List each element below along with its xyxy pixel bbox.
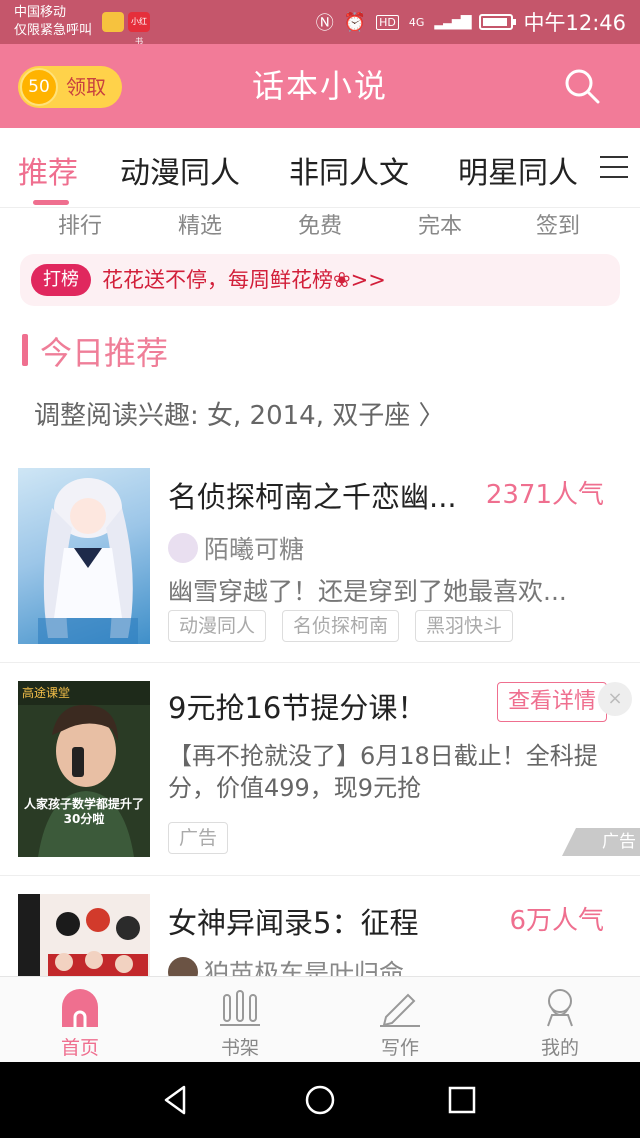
book-title: 名侦探柯南之千恋幽... (168, 480, 457, 514)
tab-recommend[interactable]: 推荐 (18, 148, 78, 192)
nav-write[interactable]: 写作 (320, 977, 480, 1063)
system-nav-bar (0, 1062, 640, 1138)
book-tag[interactable]: 名侦探柯南 (282, 610, 400, 642)
nav-bookshelf[interactable]: 书架 (160, 977, 320, 1063)
subnav-free[interactable]: 免费 (270, 208, 370, 240)
status-bar: 中国移动 仅限紧急呼叫 小红书 Ⓝ ⏰ HD 4G ▂▃▅▇ 中午12:46 (0, 0, 640, 46)
back-icon[interactable] (160, 1084, 192, 1116)
author-row: 陌曦可糖 (168, 530, 304, 566)
book-cover (18, 894, 150, 976)
network-icon: 4G (408, 15, 425, 29)
nav-home[interactable]: 首页 (0, 977, 160, 1063)
category-tabs: 推荐 动漫同人 非同人文 明星同人 (0, 128, 640, 208)
hd-icon: HD (376, 14, 399, 30)
tab-original[interactable]: 非同人文 (289, 148, 409, 192)
subnav-checkin[interactable]: 签到 (508, 208, 608, 240)
menu-icon[interactable] (600, 156, 628, 180)
anime-girl-illustration (38, 478, 138, 644)
nav-home-label: 首页 (60, 1037, 99, 1059)
banner-text: 花花送不停，每周鲜花榜❀>> (102, 268, 386, 292)
nav-profile-label: 我的 (540, 1037, 579, 1059)
author-name: 狛苗极车是叶归命 (204, 959, 405, 976)
ad-description: 【再不抢就没了】6月18日截止！全科提分，价值499，现9元抢 (168, 742, 598, 802)
book-title: 女神异闻录5：征程 (168, 906, 419, 940)
app-title: 话本小说 (251, 67, 388, 105)
ad-title: 9元抢16节提分课！ (168, 691, 427, 725)
weibo-icon (102, 12, 124, 32)
home-icon (62, 989, 98, 1027)
profile-icon (547, 989, 573, 1027)
nav-profile[interactable]: 我的 (480, 977, 640, 1063)
close-icon[interactable]: × (598, 682, 632, 716)
emergency-label: 仅限紧急呼叫 (14, 23, 93, 38)
ad-cover-caption: 人家孩子数学都提升了30分啦 (23, 797, 144, 826)
bottom-nav: 首页 书架 写作 我的 (0, 976, 640, 1062)
book-cover-art (18, 894, 148, 976)
home-button-icon[interactable] (304, 1084, 336, 1116)
book-card[interactable]: 名侦探柯南之千恋幽... 2371人气 陌曦可糖 幽雪穿越了！还是穿到了她最喜欢… (0, 462, 640, 662)
author-avatar (168, 533, 198, 563)
app-header: 50 领取 话本小说 (0, 44, 640, 128)
battery-icon (479, 14, 517, 30)
signal-icon: ▂▃▅▇ (434, 14, 471, 30)
recents-icon[interactable] (446, 1084, 478, 1116)
tab-anime-fanfic[interactable]: 动漫同人 (120, 148, 240, 192)
ranking-banner[interactable]: 打榜 花花送不停，每周鲜花榜❀>> (20, 254, 620, 306)
book-tag[interactable]: 动漫同人 (168, 610, 267, 642)
tab-celebrity-fanfic[interactable]: 明星同人 (458, 148, 578, 192)
tab-active-indicator (33, 200, 69, 205)
nav-bookshelf-label: 书架 (220, 1037, 259, 1059)
author-avatar (168, 957, 198, 976)
popularity-count: 2371人气 (485, 480, 604, 510)
pencil-icon (380, 993, 420, 1027)
book-card[interactable]: 女神异闻录5：征程 6万人气 狛苗极车是叶归命 (0, 876, 640, 976)
interest-preferences-link[interactable]: 调整阅读兴趣: 女, 2014, 双子座 〉 (34, 395, 445, 432)
status-time: 中午12:46 (523, 11, 626, 35)
search-icon[interactable] (564, 68, 600, 104)
sub-nav: 排行 精选 免费 完本 签到 (0, 208, 640, 244)
book-cover (18, 468, 150, 644)
book-description: 幽雪穿越了！还是穿到了她最喜欢... (168, 577, 567, 606)
ad-cover: 高途课堂 人家孩子数学都提升了30分啦 (18, 681, 150, 857)
subnav-selected[interactable]: 精选 (150, 208, 250, 240)
carrier-name: 中国移动 (14, 5, 67, 20)
author-row: 狛苗极车是叶归命 (168, 954, 404, 976)
popularity-count: 6万人气 (509, 906, 604, 936)
section-title: 今日推荐 (40, 334, 169, 372)
bookshelf-icon (220, 990, 260, 1026)
nfc-icon: Ⓝ (315, 13, 334, 34)
section-accent-bar (22, 334, 28, 366)
subnav-ranking[interactable]: 排行 (30, 208, 130, 240)
book-tag[interactable]: 黑羽快斗 (415, 610, 514, 642)
ad-person-photo (38, 704, 134, 857)
author-name: 陌曦可糖 (204, 535, 305, 564)
nav-write-label: 写作 (380, 1037, 419, 1059)
xiaohongshu-icon: 小红书 (128, 12, 150, 46)
alarm-icon: ⏰ (343, 11, 367, 33)
ad-tag: 广告 (168, 822, 229, 854)
subnav-completed[interactable]: 完本 (390, 208, 490, 240)
view-details-button[interactable]: 查看详情 (497, 682, 607, 722)
banner-tag: 打榜 (31, 264, 91, 296)
